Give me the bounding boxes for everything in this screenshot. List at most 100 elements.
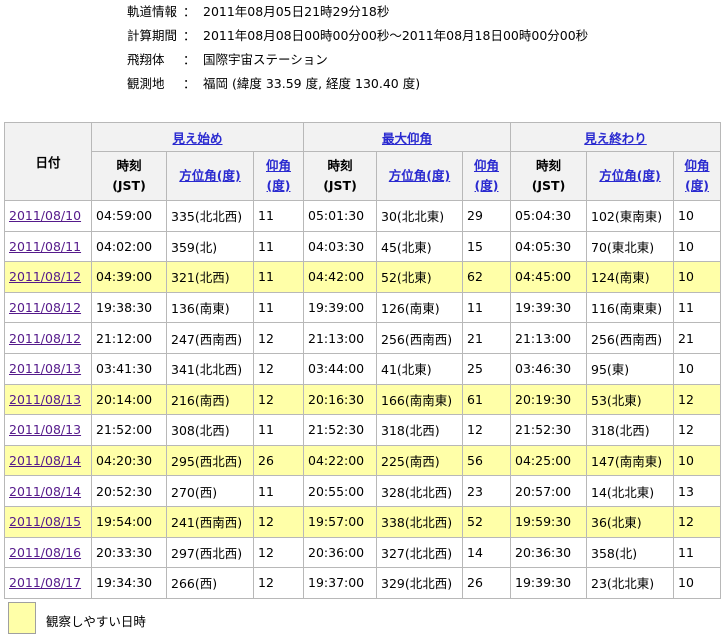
time-header: 時刻 (JST)	[91, 151, 167, 201]
date-link[interactable]: 2011/08/14	[9, 484, 81, 499]
date-link[interactable]: 2011/08/12	[9, 331, 81, 346]
table-cell: 21:52:30	[510, 414, 587, 446]
info-label: 計算期間	[127, 28, 178, 43]
table-cell: 14	[462, 536, 511, 569]
elevation-header: 仰角 (度)	[253, 151, 304, 201]
table-cell: 52(北東)	[376, 261, 463, 293]
date-link[interactable]: 2011/08/12	[9, 269, 81, 284]
info-value: 2011年08月08日00時00分00秒～2011年08月18日00時00分00…	[203, 28, 589, 43]
date-cell: 2011/08/14	[4, 475, 92, 507]
table-cell: 256(西南西)	[376, 322, 463, 354]
table-cell: 11	[672, 291, 722, 324]
table-cell: 21:13:00	[510, 322, 587, 354]
table-row: 2011/08/15 19:54:00 241(西南西) 12 19:57:00 338(…	[4, 505, 722, 538]
date-link[interactable]: 2011/08/17	[9, 575, 81, 590]
info-label: 観測地	[127, 76, 165, 91]
info-value: 福岡 (緯度 33.59 度, 経度 130.40 度)	[203, 76, 421, 91]
date-link[interactable]: 2011/08/14	[9, 453, 81, 468]
table-cell: 41(北東)	[376, 352, 463, 385]
table-cell: 19:38:30	[91, 291, 167, 324]
table-cell: 329(北北西)	[376, 567, 463, 599]
azimuth-sort-link[interactable]: 方位角(度)	[599, 168, 660, 183]
table-cell: 04:02:00	[91, 230, 167, 263]
table-cell: 05:04:30	[510, 200, 587, 232]
table-row: 2011/08/13 03:41:30 341(北北西) 12 03:44:00 41(北…	[4, 352, 722, 385]
table-cell: 12	[672, 414, 722, 446]
date-link[interactable]: 2011/08/13	[9, 422, 81, 437]
info-label: 軌道情報	[127, 4, 178, 19]
table-cell: 20:33:30	[91, 536, 167, 569]
date-link[interactable]: 2011/08/15	[9, 514, 81, 529]
table-cell: 21:12:00	[91, 322, 167, 354]
date-cell: 2011/08/13	[4, 383, 92, 416]
table-cell: 23	[462, 475, 511, 507]
date-cell: 2011/08/15	[4, 505, 92, 538]
table-cell: 04:22:00	[303, 444, 377, 477]
sort-link-start[interactable]: 見え始め	[172, 131, 222, 146]
table-row: 2011/08/10 04:59:00 335(北北西) 11 05:01:30 30(北…	[4, 200, 722, 232]
sort-link-end[interactable]: 見え終わり	[584, 131, 647, 146]
table-row: 2011/08/12 04:39:00 321(北西) 11 04:42:00 52(北東…	[4, 261, 722, 293]
table-cell: 04:45:00	[510, 261, 587, 293]
group-header-end: 見え終わり	[509, 122, 722, 152]
table-cell: 12	[672, 505, 722, 538]
table-cell: 10	[672, 230, 722, 263]
time-header: 時刻 (JST)	[303, 151, 377, 201]
table-cell: 328(北北西)	[376, 475, 463, 507]
table-cell: 10	[672, 261, 722, 293]
table-cell: 20:36:00	[303, 536, 377, 569]
date-cell: 2011/08/13	[4, 414, 92, 446]
date-cell: 2011/08/12	[4, 291, 92, 324]
table-cell: 19:54:00	[91, 505, 167, 538]
date-link[interactable]: 2011/08/12	[9, 300, 81, 315]
table-cell: 12	[672, 383, 722, 416]
info-row: 飛翔体 ： 国際宇宙ステーション	[127, 48, 588, 72]
table-cell: 341(北北西)	[166, 352, 254, 385]
table-row: 2011/08/13 20:14:00 216(南西) 12 20:16:30 166(南…	[4, 383, 722, 416]
table-cell: 10	[672, 567, 722, 599]
table-cell: 25	[462, 352, 511, 385]
table-cell: 56	[462, 444, 511, 477]
date-link[interactable]: 2011/08/13	[9, 392, 81, 407]
azimuth-sort-link[interactable]: 方位角(度)	[389, 168, 450, 183]
table-cell: 147(南南東)	[586, 444, 674, 477]
date-link[interactable]: 2011/08/10	[9, 208, 81, 223]
table-cell: 12	[253, 536, 304, 569]
table-cell: 19:39:00	[303, 291, 377, 324]
table-cell: 166(南南東)	[376, 383, 463, 416]
date-link[interactable]: 2011/08/13	[9, 361, 81, 376]
table-cell: 04:20:30	[91, 444, 167, 477]
table-cell: 04:42:00	[303, 261, 377, 293]
orbit-info: 軌道情報 ： 2011年08月05日21時29分18秒 計算期間 ： 2011年08月08…	[127, 0, 588, 96]
table-cell: 358(北)	[586, 536, 674, 569]
table-cell: 225(南西)	[376, 444, 463, 477]
table-cell: 26	[253, 444, 304, 477]
table-cell: 61	[462, 383, 511, 416]
table-row: 2011/08/14 04:20:30 295(西北西) 26 04:22:00 225(…	[4, 444, 722, 477]
table-cell: 04:59:00	[91, 200, 167, 232]
elevation-sort-link[interactable]: 仰角 (度)	[685, 158, 710, 193]
date-link[interactable]: 2011/08/16	[9, 545, 81, 560]
table-row: 2011/08/14 20:52:30 270(西) 11 20:55:00 328(北北…	[4, 475, 722, 507]
table-cell: 04:05:30	[510, 230, 587, 263]
azimuth-sort-link[interactable]: 方位角(度)	[179, 168, 240, 183]
table-cell: 20:55:00	[303, 475, 377, 507]
table-cell: 13	[672, 475, 722, 507]
table-cell: 12	[253, 505, 304, 538]
azimuth-header: 方位角(度)	[376, 151, 463, 201]
info-row: 計算期間 ： 2011年08月08日00時00分00秒～2011年08月18日00時…	[127, 24, 588, 48]
table-cell: 23(北北東)	[586, 567, 674, 599]
legend-text: 観察しやすい日時	[46, 614, 146, 629]
table-cell: 20:16:30	[303, 383, 377, 416]
table-cell: 19:39:30	[510, 291, 587, 324]
table-cell: 266(西)	[166, 567, 254, 599]
sort-link-max[interactable]: 最大仰角	[382, 131, 432, 146]
table-cell: 359(北)	[166, 230, 254, 263]
table-cell: 03:41:30	[91, 352, 167, 385]
elevation-sort-link[interactable]: 仰角 (度)	[266, 158, 291, 193]
date-link[interactable]: 2011/08/11	[9, 239, 81, 254]
azimuth-header: 方位角(度)	[586, 151, 674, 201]
legend-swatch	[8, 602, 36, 634]
elevation-sort-link[interactable]: 仰角 (度)	[474, 158, 499, 193]
elevation-header: 仰角 (度)	[672, 151, 722, 201]
